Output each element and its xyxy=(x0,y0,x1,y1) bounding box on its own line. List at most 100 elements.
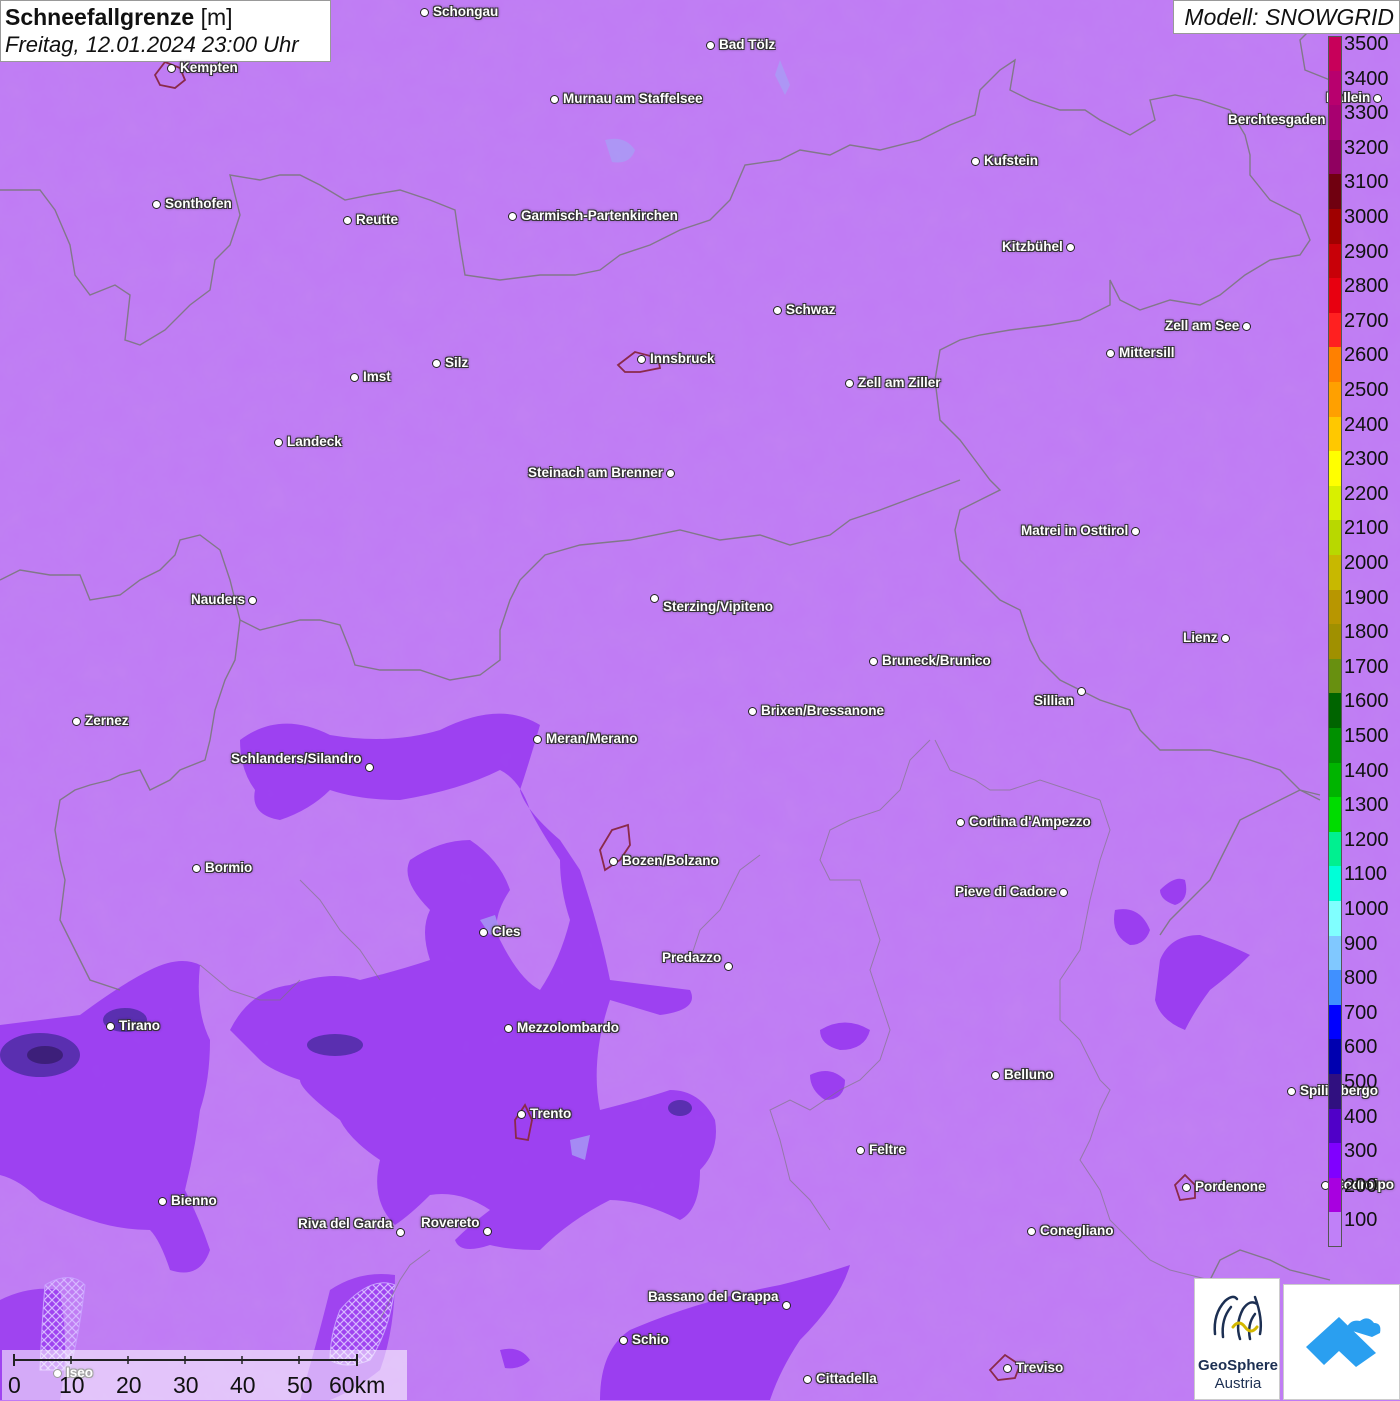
city-label: Nauders xyxy=(191,592,246,607)
city-label: Schio xyxy=(632,1332,669,1347)
city-label: Zell am Ziller xyxy=(858,375,941,390)
scale-label: 50 xyxy=(287,1372,313,1398)
legend-label: 600 xyxy=(1344,1036,1378,1059)
city-label: Bozen/Bolzano xyxy=(622,853,719,868)
city-marker xyxy=(748,707,757,716)
city-marker xyxy=(396,1228,405,1237)
city-marker xyxy=(971,157,980,166)
color-legend: 3500 3400 3300 3200 3100 3000 2900 2800 2700 2600… xyxy=(1328,33,1400,1248)
city-marker xyxy=(724,962,733,971)
scale-label: 10 xyxy=(59,1372,85,1398)
city-marker xyxy=(1003,1364,1012,1373)
city-marker xyxy=(508,212,517,221)
city-label: Predazzo xyxy=(662,950,722,965)
city-marker xyxy=(72,717,81,726)
city-marker xyxy=(619,1336,628,1345)
city-marker xyxy=(167,64,176,73)
city-marker xyxy=(274,438,283,447)
city-label: Zell am See xyxy=(1165,318,1240,333)
city-marker xyxy=(856,1146,865,1155)
city-label: Conegliano xyxy=(1040,1223,1114,1238)
map-title: Schneefallgrenze [m] xyxy=(5,3,326,31)
city-label: Cittadella xyxy=(816,1371,877,1386)
scale-label: 60km xyxy=(329,1372,386,1398)
city-label: Sterzing/Vipiteno xyxy=(663,599,774,614)
city-marker xyxy=(1066,243,1075,252)
city-label: Tirano xyxy=(119,1018,161,1033)
title-unit: [m] xyxy=(200,4,233,30)
city-marker xyxy=(991,1071,1000,1080)
legend-label: 2000 xyxy=(1344,552,1389,574)
city-marker xyxy=(152,200,161,209)
geosphere-logo-icon xyxy=(1213,1295,1263,1341)
legend-label: 2300 xyxy=(1344,448,1389,471)
city-marker xyxy=(650,594,659,603)
legend-label: 1800 xyxy=(1344,621,1389,644)
legend-label: 2900 xyxy=(1344,240,1389,263)
geosphere-logo-line2: Austria xyxy=(1214,1375,1262,1392)
city-marker xyxy=(517,1110,526,1119)
legend-label: 1100 xyxy=(1344,863,1388,886)
legend-label: 1900 xyxy=(1344,586,1389,609)
city-marker xyxy=(956,818,965,827)
city-marker xyxy=(350,373,359,382)
city-marker xyxy=(550,95,559,104)
legend-label: 800 xyxy=(1344,967,1378,990)
city-label: Schlanders/Silandro xyxy=(231,751,362,766)
city-label: Bad Tölz xyxy=(719,37,776,52)
city-label: Riva del Garda xyxy=(298,1216,393,1231)
legend-label: 2500 xyxy=(1344,379,1389,401)
legend-label: 500 xyxy=(1344,1071,1378,1093)
city-label: Cortina d'Ampezzo xyxy=(969,814,1091,829)
legend-label: 1400 xyxy=(1344,759,1389,782)
city-marker xyxy=(609,857,618,866)
model-label: Modell: SNOWGRID xyxy=(1173,0,1400,34)
city-label: Garmisch-Partenkirchen xyxy=(521,208,678,223)
city-label: Treviso xyxy=(1016,1360,1064,1375)
city-marker xyxy=(1287,1087,1296,1096)
scale-label: 20 xyxy=(116,1372,142,1398)
scale-bar: 0 10 20 30 40 50 60km xyxy=(2,1350,407,1400)
legend-label: 400 xyxy=(1344,1105,1378,1128)
city-label: Lienz xyxy=(1183,630,1218,645)
city-marker xyxy=(845,379,854,388)
legend-label: 3300 xyxy=(1344,102,1389,125)
city-marker xyxy=(637,355,646,364)
city-marker xyxy=(483,1227,492,1236)
legend-label: 3200 xyxy=(1344,136,1389,159)
legend-label: 2600 xyxy=(1344,344,1389,367)
city-label: Pieve di Cadore xyxy=(955,884,1057,899)
city-marker xyxy=(1077,687,1086,696)
legend-label: 1000 xyxy=(1344,898,1389,920)
legend-label: 1700 xyxy=(1344,655,1389,678)
city-marker xyxy=(343,216,352,225)
legend-label: 3100 xyxy=(1344,171,1389,194)
city-label: Schwaz xyxy=(786,302,836,317)
city-marker xyxy=(803,1375,812,1384)
city-marker xyxy=(248,596,257,605)
city-marker xyxy=(432,359,441,368)
legend-label: 900 xyxy=(1344,932,1378,955)
legend-label: 300 xyxy=(1344,1140,1378,1163)
scale-label: 40 xyxy=(230,1372,256,1398)
city-label: Murnau am Staffelsee xyxy=(563,91,703,106)
city-marker xyxy=(773,306,782,315)
scale-label: 30 xyxy=(173,1372,199,1398)
title-text: Schneefallgrenze xyxy=(5,4,195,30)
city-label: Matrei in Osttirol xyxy=(1021,523,1129,538)
city-label: Meran/Merano xyxy=(546,731,638,746)
mountain-cloud-icon xyxy=(1306,1317,1381,1367)
city-marker xyxy=(666,469,675,478)
city-label: Rovereto xyxy=(421,1215,480,1230)
city-label: Bruneck/Brunico xyxy=(882,653,991,668)
city-marker xyxy=(1131,527,1140,536)
city-marker xyxy=(106,1022,115,1031)
city-marker xyxy=(1182,1183,1191,1192)
city-label: Sillian xyxy=(1034,693,1074,708)
legend-label: 3500 xyxy=(1344,33,1389,55)
city-marker xyxy=(158,1197,167,1206)
geosphere-logo: GeoSphere Austria xyxy=(1194,1278,1280,1400)
city-label: Berchtesgaden xyxy=(1228,112,1326,127)
city-marker xyxy=(706,41,715,50)
city-marker xyxy=(1221,634,1230,643)
